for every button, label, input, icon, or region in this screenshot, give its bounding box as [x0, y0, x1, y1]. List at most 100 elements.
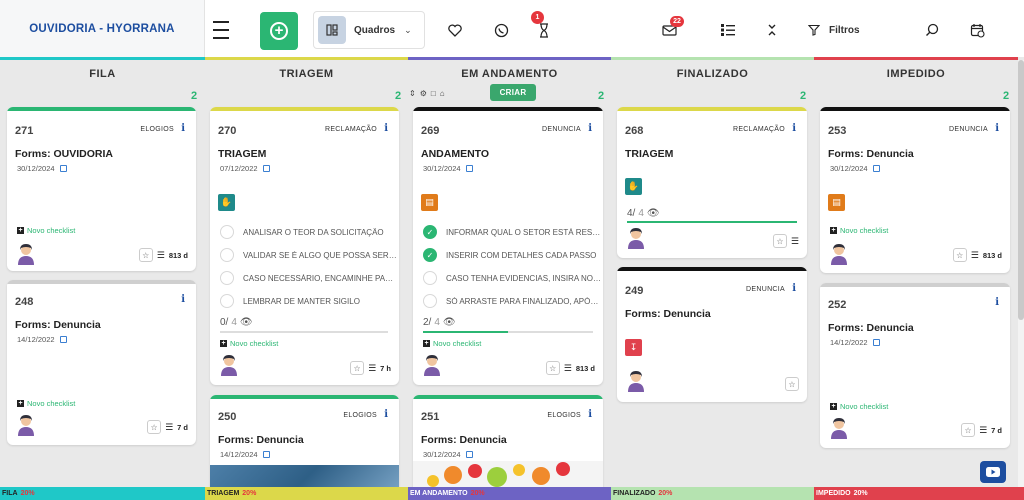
star-icon[interactable]: ☆: [772, 234, 787, 248]
checklist-item[interactable]: ✓ INFORMAR QUAL O SETOR ESTÁ RESPONSÁVEL: [423, 225, 601, 239]
checkbox-checked[interactable]: ✓: [423, 225, 437, 239]
checkbox[interactable]: [220, 294, 234, 308]
card-268[interactable]: 268 RECLAMAÇÃO i TRIAGEM ✋ 4/4 👁 ☆ ☰: [617, 107, 807, 258]
info-icon[interactable]: i: [995, 297, 999, 308]
hand-tag-icon: ✋: [218, 194, 235, 211]
checklist-item[interactable]: VALIDAR SE É ALGO QUE POSSA SER RESOLVID…: [220, 248, 398, 262]
card-248[interactable]: 248 i Forms: Denuncia 14/12/2022 + Novo c…: [7, 280, 196, 445]
card-250[interactable]: 250 ELOGIOS i Forms: Denuncia 14/12/2024: [210, 395, 399, 487]
star-icon[interactable]: ☆: [545, 361, 560, 375]
status-percent: 20%: [20, 490, 35, 497]
info-icon[interactable]: i: [181, 294, 185, 305]
checklist-item[interactable]: CASO NECESSÁRIO, ENCAMINHE PARA O SETOR: [220, 271, 398, 285]
chat-icon[interactable]: □: [431, 89, 436, 98]
checkbox[interactable]: [220, 248, 234, 262]
list-view-icon[interactable]: [713, 12, 743, 48]
whatsapp-icon[interactable]: [486, 12, 516, 48]
card-date-text: 14/12/2022: [830, 338, 868, 347]
card-date-text: 30/12/2024: [17, 164, 55, 173]
new-checklist-link[interactable]: + Novo checklist: [17, 226, 75, 235]
checklist-item-text: INFORMAR QUAL O SETOR ESTÁ RESPONSÁVEL: [446, 227, 601, 237]
column-count-fila: 2: [191, 90, 198, 102]
card-category: DENUNCIA: [746, 286, 785, 293]
info-icon[interactable]: i: [384, 123, 388, 134]
card-270[interactable]: 270 RECLAMAÇÃO i TRIAGEM 07/12/2022 ✋ AN…: [210, 107, 399, 385]
status-label: FINALIZADO: [613, 490, 656, 497]
filters-button[interactable]: Filtros: [808, 12, 888, 48]
eye-icon[interactable]: 👁: [240, 317, 253, 328]
info-icon[interactable]: i: [792, 123, 796, 134]
new-checklist-link[interactable]: + Novo checklist: [830, 402, 888, 411]
checklist-item[interactable]: LEMBRAR DE MANTER SIGILO: [220, 294, 398, 308]
plus-icon: +: [17, 400, 24, 407]
checklist-item-text: CASO NECESSÁRIO, ENCAMINHE PARA O SETOR: [243, 273, 398, 283]
new-checklist-link[interactable]: + Novo checklist: [220, 339, 278, 348]
star-icon[interactable]: ☆: [785, 377, 799, 391]
info-icon[interactable]: i: [181, 123, 185, 134]
card-251[interactable]: 251 ELOGIOS i Forms: Denuncia 30/12/2024: [413, 395, 603, 487]
star-icon[interactable]: ☆: [147, 420, 162, 434]
checkbox-checked[interactable]: ✓: [423, 248, 437, 262]
checkbox[interactable]: [423, 294, 437, 308]
card-footer: ☆ ☰ 7 d: [961, 423, 1002, 437]
scrollbar-thumb[interactable]: [1018, 60, 1024, 320]
collapse-icon[interactable]: [757, 12, 787, 48]
column-title-finalizado: FINALIZADO: [676, 68, 749, 80]
settings-icon[interactable]: ⚙: [420, 89, 427, 98]
star-icon[interactable]: ☆: [350, 361, 365, 375]
board-selector[interactable]: Quadros ⌄: [313, 11, 425, 49]
info-icon[interactable]: i: [588, 409, 592, 420]
checklist-item[interactable]: ANALISAR O TEOR DA SOLICITAÇÃO: [220, 225, 398, 239]
calendar-clock-icon[interactable]: [962, 12, 992, 48]
card-date-text: 14/12/2022: [17, 335, 55, 344]
new-checklist-link[interactable]: + Novo checklist: [423, 339, 481, 348]
calendar-icon: [262, 451, 270, 458]
info-icon[interactable]: i: [792, 283, 796, 294]
menu-icon[interactable]: [206, 12, 236, 48]
card-271[interactable]: 271 ELOGIOS i Forms: OUVIDORIA 30/12/202…: [7, 107, 196, 271]
checklist-item[interactable]: CASO TENHA EVIDENCIAS, INSIRA NO CARD: [423, 271, 601, 285]
checklist-icon: ☰: [970, 249, 979, 260]
checklist-item[interactable]: ✓ INSERIR COM DETALHES CADA PASSO: [423, 248, 601, 262]
criar-button[interactable]: CRIAR: [490, 84, 536, 101]
card-269[interactable]: 269 DENUNCIA i ANDAMENTO 30/12/2024 ▤ ✓ I…: [413, 107, 603, 385]
new-checklist-link[interactable]: + Novo checklist: [17, 399, 75, 408]
eye-icon[interactable]: 👁: [443, 317, 456, 328]
star-icon[interactable]: ☆: [961, 423, 976, 437]
card-category: DENUNCIA: [542, 126, 581, 133]
card-date-text: 30/12/2024: [423, 164, 461, 173]
card-253[interactable]: 253 DENUNCIA i Forms: Denuncia 30/12/202…: [820, 107, 1010, 273]
checkbox[interactable]: [423, 271, 437, 285]
card-date-text: 07/12/2022: [220, 164, 258, 173]
search-icon[interactable]: [917, 12, 947, 48]
rocket-icon[interactable]: ⌂: [440, 89, 445, 98]
sort-icon[interactable]: ⇕: [409, 89, 416, 98]
vertical-scrollbar[interactable]: [1018, 60, 1024, 487]
info-icon[interactable]: i: [995, 123, 999, 134]
card-date-text: 14/12/2024: [220, 450, 258, 459]
mail-icon[interactable]: 22: [654, 12, 684, 48]
new-checklist-link[interactable]: + Novo checklist: [830, 226, 888, 235]
card-252[interactable]: 252 i Forms: Denuncia 14/12/2022 + Novo c…: [820, 283, 1010, 448]
checklist-item[interactable]: SÓ ARRASTE PARA FINALIZADO, APÓS CONCLUI…: [423, 294, 601, 308]
app-title[interactable]: OUVIDORIA - HYORRANA: [0, 0, 205, 57]
star-icon[interactable]: ☆: [952, 248, 967, 262]
status-label: IMPEDIDO: [816, 490, 851, 497]
hourglass-icon[interactable]: 1: [529, 11, 559, 48]
star-icon[interactable]: ☆: [138, 248, 153, 262]
add-card-button[interactable]: +: [260, 12, 298, 50]
card-number: 248: [15, 296, 34, 308]
card-footer: ☆ ☰ 7 h: [350, 361, 391, 375]
card-footer: ☆ ☰ 813 d: [545, 361, 595, 375]
checkbox[interactable]: [220, 225, 234, 239]
info-icon[interactable]: i: [588, 123, 592, 134]
card-age: 7 d: [991, 425, 1002, 435]
card-top-bar: [820, 283, 1010, 287]
info-icon[interactable]: i: [384, 409, 388, 420]
card-249[interactable]: 249 DENUNCIA i Forms: Denuncia ↧ ☆: [617, 267, 807, 402]
eye-icon[interactable]: 👁: [647, 208, 660, 219]
checklist-item-text: INSERIR COM DETALHES CADA PASSO: [446, 250, 597, 260]
checkbox[interactable]: [220, 271, 234, 285]
youtube-button[interactable]: [980, 461, 1006, 483]
heart-icon[interactable]: [440, 12, 470, 48]
